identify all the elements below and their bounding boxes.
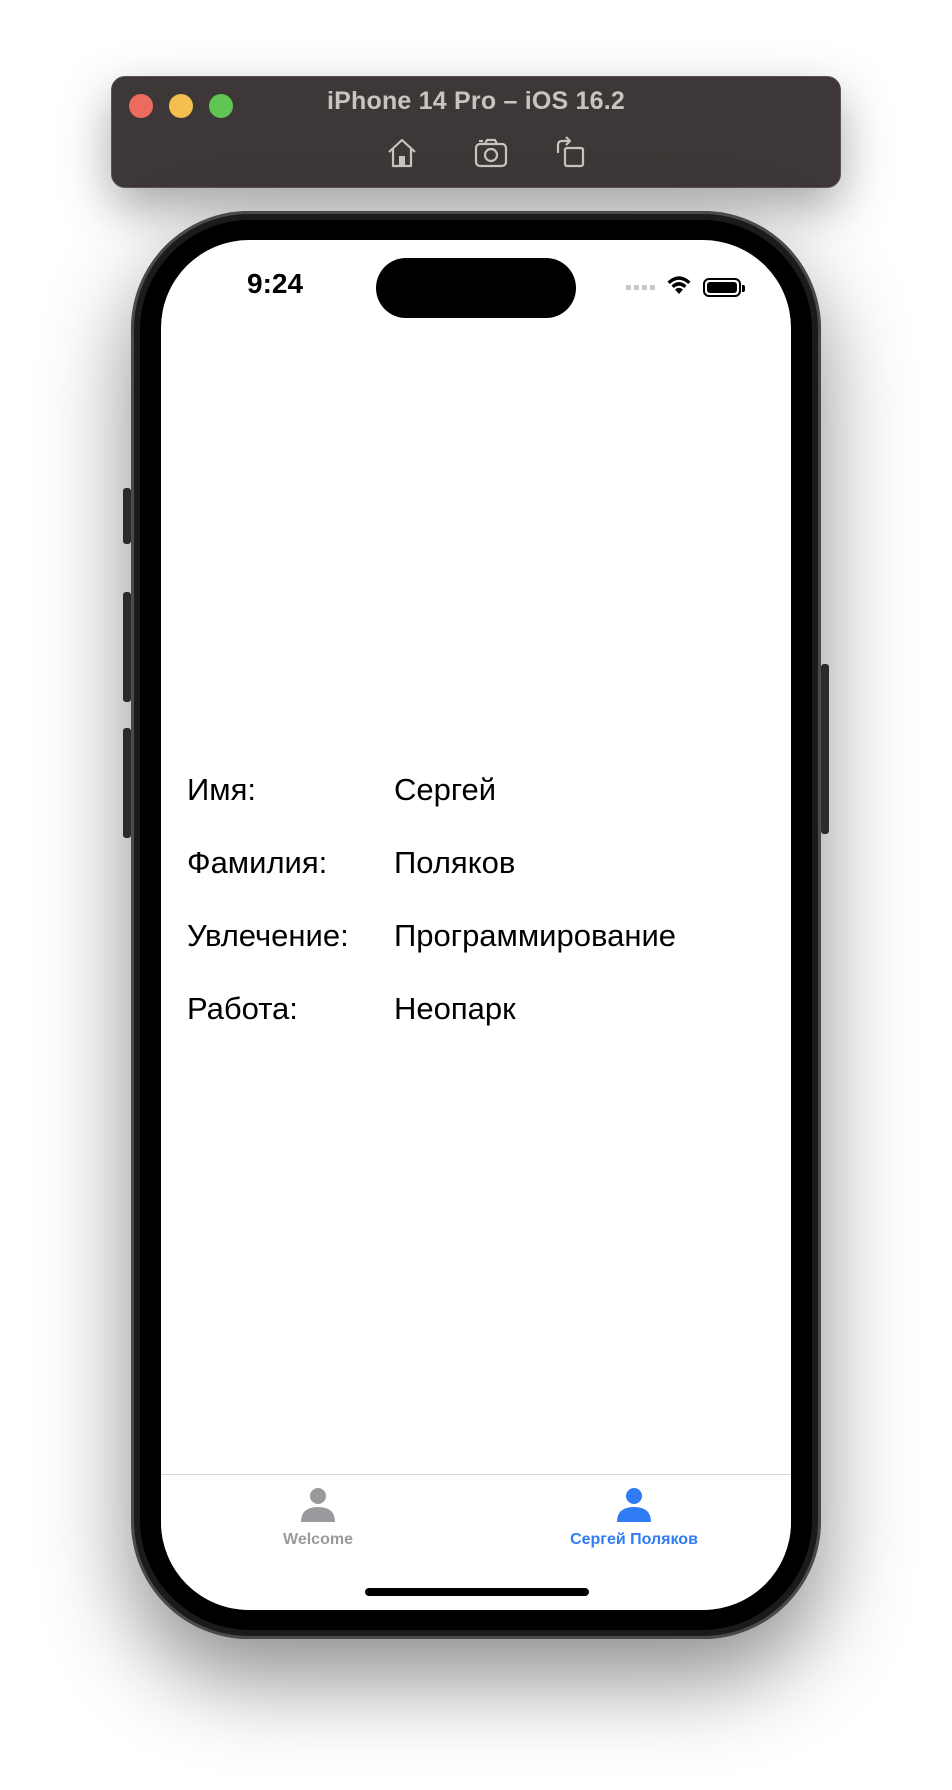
home-icon[interactable] [384,135,420,171]
info-label: Фамилия: [187,845,328,880]
camera-icon[interactable] [473,135,509,171]
person-icon [617,1488,651,1522]
info-label: Работа: [187,991,298,1026]
wifi-icon [665,274,693,301]
volume-down-button [123,728,131,838]
info-value: Программирование [394,918,677,953]
info-value: Сергей [394,772,497,807]
info-value: Поляков [394,845,516,880]
cellular-signal-icon [626,284,655,290]
rotate-icon[interactable] [552,135,588,171]
side-power-button [821,664,829,834]
dynamic-island [376,258,576,318]
tab-profile[interactable]: Сергей Поляков [524,1485,744,1549]
action-button [123,488,131,544]
home-indicator[interactable] [365,1588,589,1596]
info-label: Имя: [187,772,256,807]
battery-icon [703,277,745,297]
person-icon [301,1488,335,1522]
tab-welcome[interactable]: Welcome [208,1485,428,1549]
simulator-stage: iPhone 14 Pro – iOS 16.2 9:24 Имя: Серге… [0,0,952,1790]
tab-label: Welcome [283,1531,353,1548]
info-label: Увлечение: [187,918,349,953]
tab-label: Сергей Поляков [570,1531,698,1548]
status-icons [626,274,745,301]
volume-up-button [123,592,131,702]
simulator-title: iPhone 14 Pro – iOS 16.2 [327,87,625,115]
app-screen: 9:24 Имя: Сергей Фамилия: Поляков Увлече… [161,240,791,1610]
simulator-titlebar: iPhone 14 Pro – iOS 16.2 [111,76,841,188]
info-value: Неопарк [394,991,516,1026]
status-time: 9:24 [247,268,304,299]
